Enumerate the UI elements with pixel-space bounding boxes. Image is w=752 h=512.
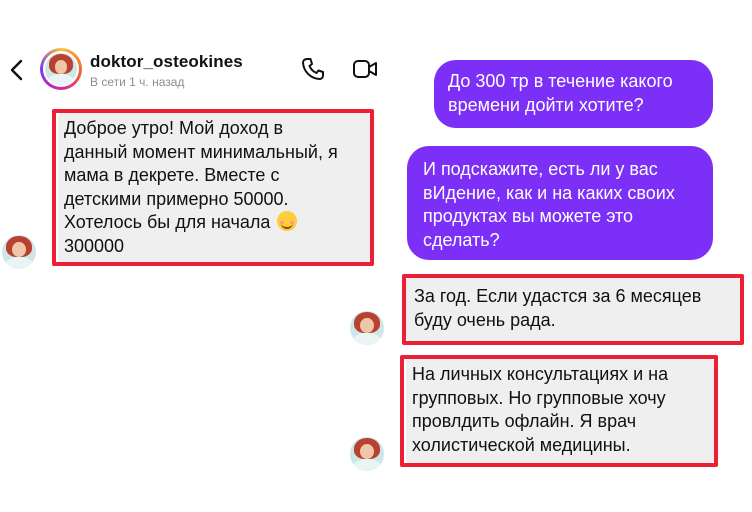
sender-avatar[interactable] [350,311,384,345]
chat-header: doktor_osteokines В сети 1 ч. назад [0,40,380,100]
smiling-face-emoji-icon [277,211,298,231]
contact-status: В сети 1 ч. назад [90,75,185,89]
phone-icon[interactable] [300,56,326,82]
message-text-continued: 300000 [64,235,125,256]
sender-avatar[interactable] [2,235,36,269]
incoming-message-1[interactable]: Доброе утро! Мой доход в данный момент м… [58,113,370,263]
incoming-message-3[interactable]: На личных консультациях и на групповых. … [406,359,714,463]
message-text: Доброе утро! Мой доход в данный момент м… [64,118,338,232]
chevron-left-icon[interactable] [6,58,28,82]
video-camera-icon[interactable] [352,56,378,82]
incoming-message-2[interactable]: За год. Если удастся за 6 месяцев буду о… [406,277,740,341]
outgoing-message-1[interactable]: До 300 тр в течение какого времени дойти… [434,60,713,128]
header-avatar[interactable] [40,48,82,90]
outgoing-message-2[interactable]: И подскажите, есть ли у вас вИдение, как… [407,146,713,260]
sender-avatar[interactable] [350,437,384,471]
contact-username[interactable]: doktor_osteokines [90,52,243,72]
